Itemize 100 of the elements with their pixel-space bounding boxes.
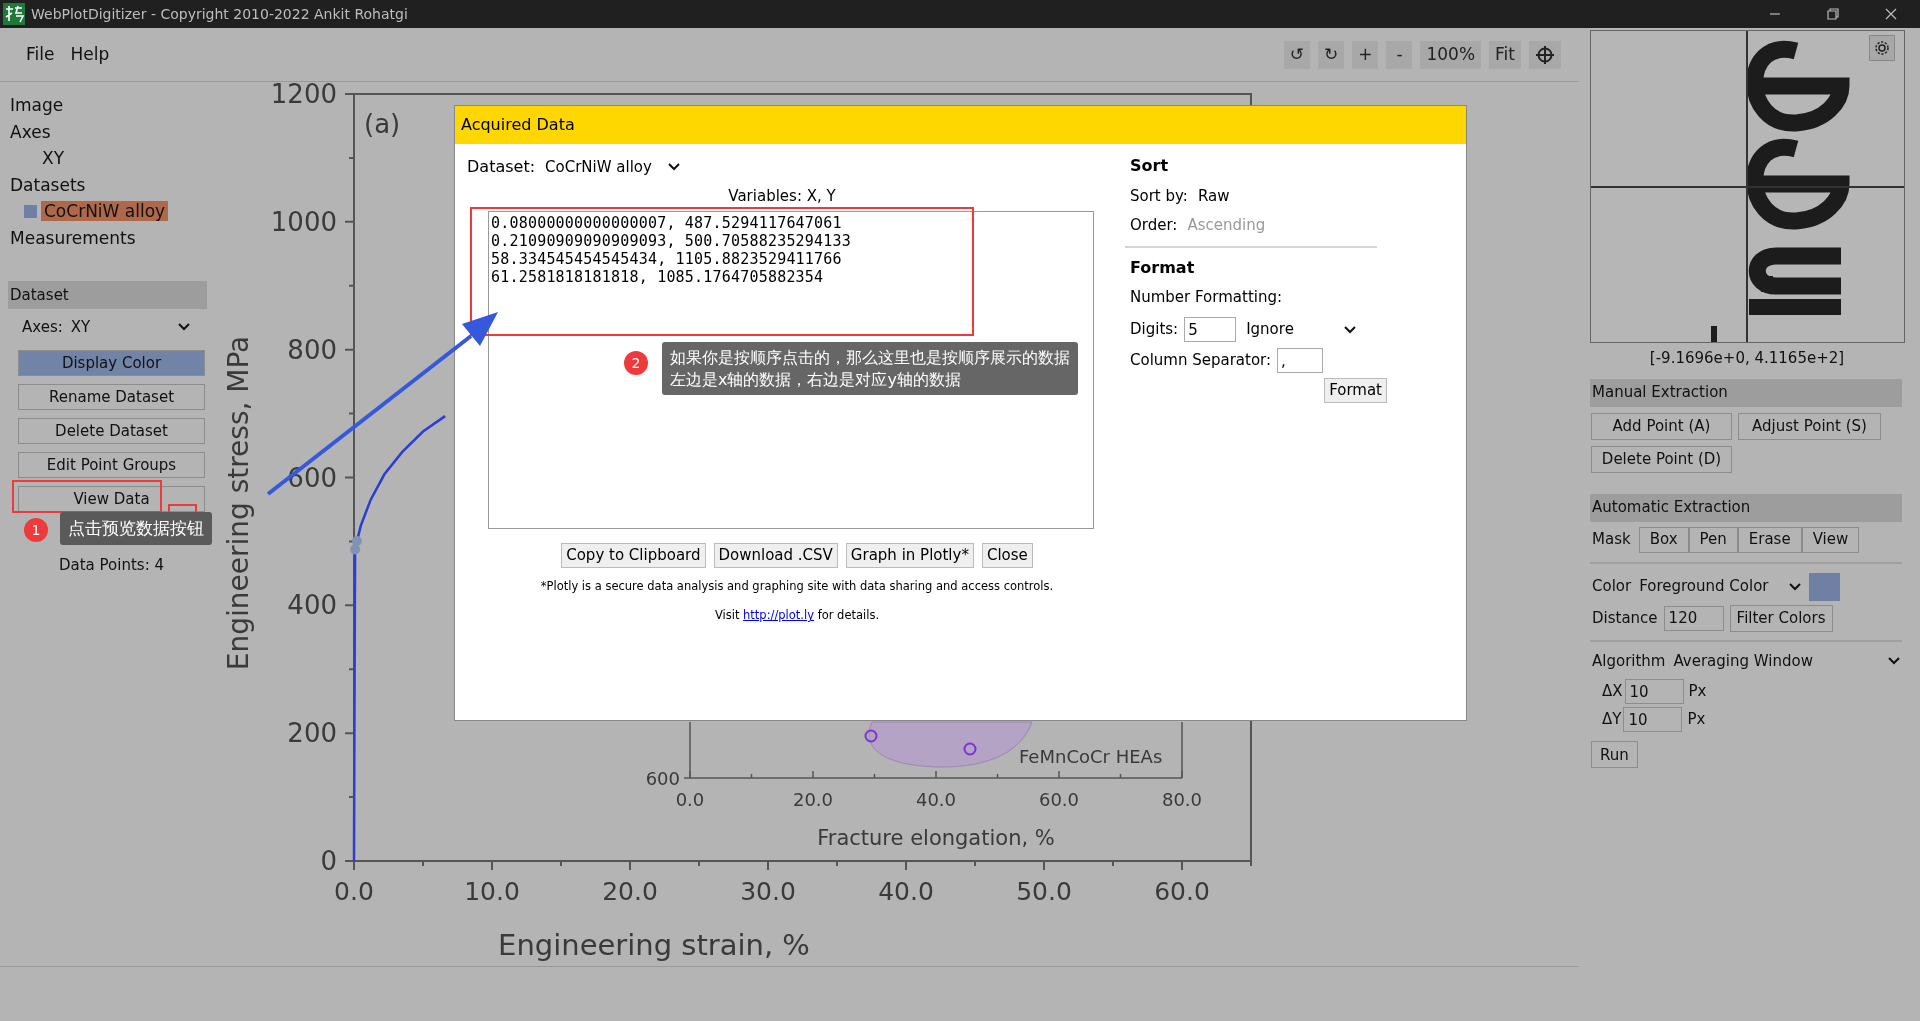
color-mode-select[interactable]: Foreground Color <box>1639 575 1801 598</box>
app-icon <box>3 3 25 25</box>
format-button[interactable]: Format <box>1324 378 1387 403</box>
toolbar-button[interactable]: 100% <box>1420 40 1482 69</box>
mask-tool-button[interactable]: Box <box>1638 526 1689 553</box>
extraction-button[interactable]: Delete Point (D) <box>1591 445 1732 473</box>
axis-tick-label: 80.0 <box>1161 789 1203 810</box>
axis-tick-label: 400 <box>287 590 337 621</box>
toolbar-button[interactable]: - <box>1386 40 1413 69</box>
chart-annotation: FeMnCoCr HEAs <box>1019 746 1163 767</box>
tree-item[interactable]: XY <box>8 145 207 172</box>
distance-field[interactable]: 120 <box>1663 605 1724 631</box>
chevron-down-icon <box>1788 582 1801 591</box>
extraction-button[interactable]: Add Point (A) <box>1591 412 1732 440</box>
tree-item[interactable]: Axes <box>8 118 207 145</box>
field-label: Mask <box>1592 529 1631 551</box>
dataset-button[interactable]: Edit Point Groups <box>18 452 205 478</box>
field-label: Color <box>1592 576 1632 598</box>
separator-field[interactable]: , <box>1277 348 1324 373</box>
axis-tick-label: 800 <box>287 334 337 365</box>
section-heading: Sort <box>1129 155 1170 177</box>
y-axis <box>683 721 691 779</box>
close-icon[interactable] <box>1885 8 1897 20</box>
algorithm-select[interactable]: Averaging Window <box>1673 649 1900 672</box>
dialog-button[interactable]: Graph in Plotly* <box>845 543 974 568</box>
toolbar-button[interactable]: Fit <box>1489 40 1521 69</box>
tree-item[interactable]: Measurements <box>8 224 207 251</box>
tree-item[interactable]: CoCrNiW alloy <box>41 201 169 221</box>
dialog-button[interactable]: Copy to Clipboard <box>561 543 706 568</box>
axis-tick-label: 1200 <box>270 82 337 109</box>
axis-tick-label: 0.0 <box>334 877 374 906</box>
field-label: Axes: <box>22 316 63 338</box>
visit-text: Visit http://plot.ly for details. <box>713 607 881 625</box>
field-label: Order: <box>1130 215 1178 237</box>
extraction-button[interactable]: Adjust Point (S) <box>1738 412 1881 440</box>
crosshair-icon <box>1535 44 1555 65</box>
display-color-button[interactable]: Display Color <box>18 350 205 376</box>
axis-tick-label: 50.0 <box>1016 877 1072 906</box>
menu-item[interactable]: Help <box>62 39 118 70</box>
field-label: Sort by: <box>1130 186 1188 208</box>
unit-label: Px <box>1688 681 1707 703</box>
footnote-text: *Plotly is a secure data analysis and graphing site with data sharing and access controls. <box>539 578 1055 595</box>
digits-mode-select[interactable]: Ignore <box>1246 318 1357 341</box>
axis-title: Engineering strain, % <box>498 928 810 962</box>
axis-tick-label: 40.0 <box>915 789 957 810</box>
chevron-down-icon <box>1344 325 1357 334</box>
tree-item[interactable]: Image <box>8 92 207 119</box>
section-heading: Format <box>1129 257 1196 279</box>
chevron-down-icon <box>178 323 190 331</box>
dataset-button[interactable]: Rename Dataset <box>18 384 205 410</box>
mask-tool-button[interactable]: Pen <box>1688 526 1738 553</box>
dataset-button[interactable]: Delete Dataset <box>18 418 205 444</box>
settings-button[interactable] <box>1869 35 1895 61</box>
dialog-button[interactable]: Close <box>981 543 1033 568</box>
tree-item[interactable]: Datasets <box>8 171 207 198</box>
toolbar-button[interactable]: + <box>1352 40 1379 69</box>
axes-select[interactable]: XY <box>70 315 190 339</box>
step-number-badge: 1 <box>24 518 48 542</box>
data-point-marker <box>350 544 361 555</box>
filter-colors-button[interactable]: Filter Colors <box>1729 604 1833 632</box>
toolbar-button[interactable]: ↻ <box>1317 40 1345 69</box>
mask-tool-button[interactable]: View <box>1801 526 1860 553</box>
axis-tick-label: 1000 <box>270 206 337 237</box>
restore-icon[interactable] <box>1827 8 1839 20</box>
toolbar-button[interactable]: ↺ <box>1283 40 1310 69</box>
dialog-button[interactable]: Download .CSV <box>713 543 838 568</box>
plotly-link[interactable]: http://plot.ly <box>743 608 814 623</box>
mask-tool-button[interactable]: Erase <box>1737 526 1802 553</box>
axis-tick-label: 10.0 <box>464 877 520 906</box>
axis-tick-label: 60.0 <box>1154 877 1210 906</box>
sort-by-select[interactable]: Raw <box>1197 185 1328 208</box>
cursor-coordinates: [-9.1696e+0, 4.1165e+2] <box>1648 348 1846 369</box>
dataset-button[interactable]: View Data <box>18 486 205 512</box>
data-point-marker <box>864 729 878 743</box>
variables-label: Variables: X, Y <box>727 186 837 207</box>
field-label: ΔY <box>1602 709 1622 731</box>
callout-text: 如果你是按顺序点击的，那么这里也是按顺序展示的数据 左边是x轴的数据，右边是对应y轴的数据 <box>662 342 1078 396</box>
axis-tick-label: 20.0 <box>602 877 658 906</box>
axis-tick-label: 600 <box>645 768 680 789</box>
settings-icon <box>1874 40 1890 56</box>
axis-tick-label: 60.0 <box>1038 789 1080 810</box>
menu-item[interactable]: File <box>18 39 63 70</box>
axis-tick-label: 200 <box>287 718 337 749</box>
dataset-select[interactable]: CoCrNiW alloy <box>545 155 680 179</box>
data-point-marker <box>963 742 977 756</box>
axis-tick-label: 0.0 <box>675 789 705 810</box>
callout-text: 点击预览数据按钮 <box>60 512 212 545</box>
field-label: Algorithm <box>1592 650 1666 672</box>
run-button[interactable]: Run <box>1591 741 1638 768</box>
parameter-field[interactable]: 10 <box>1624 679 1684 704</box>
field-label: Column Separator: <box>1130 350 1272 372</box>
parameter-field[interactable]: 10 <box>1623 707 1683 732</box>
axis-title: Fracture elongation, % <box>817 826 1055 850</box>
axis-tick-label: 20.0 <box>792 789 834 810</box>
axis-title: Engineering stress, MPa <box>222 335 255 671</box>
data-points-count: Data Points: 4 <box>58 555 165 576</box>
field-label: ΔX <box>1602 681 1623 703</box>
digits-field[interactable]: 5 <box>1184 317 1237 342</box>
window-title: WebPlotDigitizer - Copyright 2010-2022 Ankit Rohatgi <box>31 4 408 24</box>
crosshair-button[interactable] <box>1529 40 1561 69</box>
